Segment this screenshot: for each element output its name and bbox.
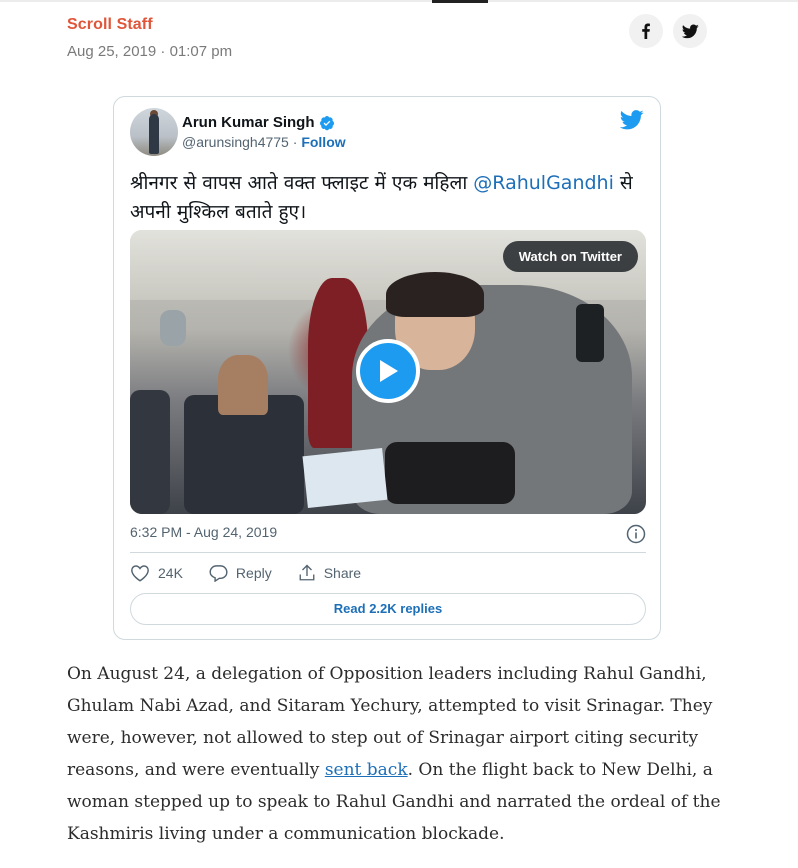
tweet-text: श्रीनगर से वापस आते वक्त फ्लाइट में एक म… (130, 169, 650, 227)
share-button[interactable]: Share (298, 564, 361, 582)
watch-on-twitter-button[interactable]: Watch on Twitter (502, 241, 638, 272)
like-count: 24K (158, 565, 183, 581)
tweet-divider (130, 552, 646, 553)
read-replies-button[interactable]: Read 2.2K replies (130, 593, 646, 625)
video-scene-safety-card (302, 447, 388, 509)
mention-link[interactable]: @RahulGandhi (473, 172, 614, 194)
tweet-text-part: श्रीनगर से वापस आते वक्त फ्लाइट में एक म… (130, 172, 474, 194)
author-link[interactable]: Scroll Staff (67, 16, 232, 34)
avatar[interactable] (130, 108, 178, 156)
tweet-header: Arun Kumar Singh @arunsingh4775 · Follow (130, 108, 346, 156)
video-scene-seat (130, 390, 170, 514)
video-scene-bag (385, 442, 515, 504)
tweet-meta: 6:32 PM - Aug 24, 2019 (130, 524, 646, 544)
share-facebook-button[interactable] (629, 14, 663, 48)
article-body: On August 24, a delegation of Opposition… (67, 658, 727, 850)
top-divider (0, 0, 798, 2)
reply-icon (209, 565, 228, 582)
article-paragraph: On August 24, a delegation of Opposition… (67, 658, 727, 850)
tweet-timestamp[interactable]: 6:32 PM - Aug 24, 2019 (130, 524, 277, 544)
video-scene-window (160, 310, 186, 346)
play-button[interactable] (356, 339, 420, 403)
follow-link[interactable]: Follow (301, 134, 345, 150)
share-buttons (629, 14, 707, 48)
twitter-icon (681, 23, 699, 38)
tweet-embed: Arun Kumar Singh @arunsingh4775 · Follow… (113, 96, 661, 640)
twitter-logo-icon[interactable] (620, 110, 644, 130)
video-scene-person (386, 272, 484, 317)
play-icon (380, 360, 398, 382)
reply-label: Reply (235, 565, 272, 581)
share-twitter-button[interactable] (673, 14, 707, 48)
info-icon[interactable] (626, 524, 646, 544)
facebook-icon (642, 23, 650, 39)
handle[interactable]: @arunsingh4775 (182, 134, 289, 150)
handle-separator: · (288, 134, 302, 150)
like-button[interactable]: 24K (130, 564, 183, 582)
video-scene-phone (576, 304, 604, 362)
reply-button[interactable]: Reply (209, 564, 272, 582)
sent-back-link[interactable]: sent back (325, 760, 408, 780)
share-label: Share (323, 565, 362, 581)
verified-badge-icon (319, 115, 334, 130)
share-icon (299, 564, 315, 581)
tweet-author: Arun Kumar Singh @arunsingh4775 · Follow (182, 114, 346, 150)
video-player[interactable]: Watch on Twitter (130, 230, 646, 514)
publish-date: Aug 25, 2019 · 01:07 pm (67, 43, 233, 60)
display-name[interactable]: Arun Kumar Singh (182, 114, 315, 131)
heart-icon (131, 565, 149, 582)
tweet-actions: 24K Reply Share (130, 564, 361, 582)
video-scene-person (218, 355, 268, 415)
byline: Scroll Staff Aug 25, 2019 · 01:07 pm (67, 16, 232, 60)
active-nav-indicator (432, 0, 488, 3)
